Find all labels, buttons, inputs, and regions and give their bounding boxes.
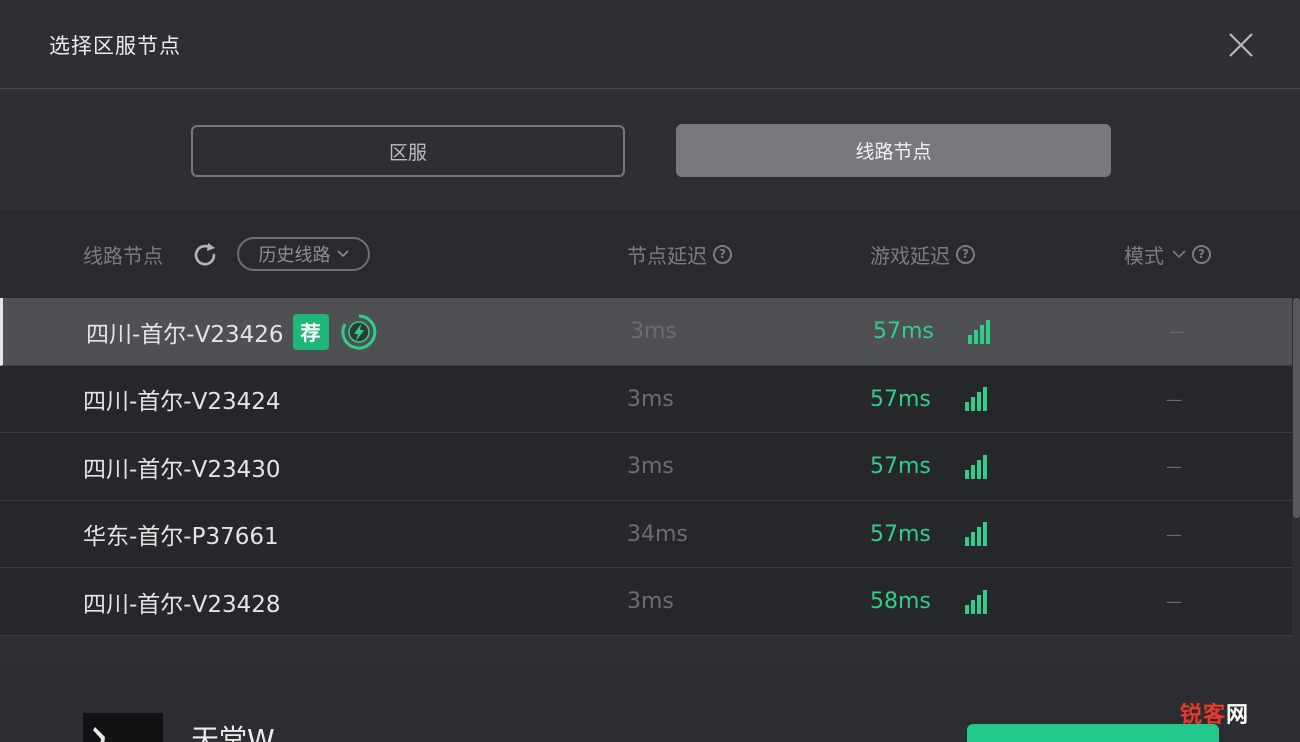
node-latency: 3ms	[627, 386, 674, 412]
header-node-latency: 节点延迟 ?	[627, 210, 732, 298]
game-latency: 57ms	[873, 319, 934, 344]
tab-route-node[interactable]: 线路节点	[676, 124, 1111, 177]
dialog-title: 选择区服节点	[49, 34, 181, 58]
tab-bar: 区服 线路节点	[0, 90, 1300, 209]
route-mode: —	[1166, 389, 1182, 409]
boost-icon[interactable]	[339, 312, 379, 352]
watermark-brand: 锐客	[1180, 703, 1227, 728]
header-node-latency-label: 节点延迟	[627, 243, 707, 268]
route-name: 四川-首尔-V23426	[86, 321, 284, 348]
node-latency: 3ms	[627, 454, 674, 479]
signal-icon	[964, 568, 988, 635]
game-latency: 57ms	[870, 521, 931, 547]
route-mode: —	[1166, 457, 1182, 476]
game-latency: 57ms	[870, 454, 931, 479]
table-row[interactable]: 四川-首尔-V23430 3ms 57ms —	[0, 433, 1292, 501]
history-route-dropdown[interactable]: 历史线路	[237, 237, 370, 271]
help-icon[interactable]: ?	[1192, 244, 1211, 264]
game-latency: 58ms	[870, 589, 931, 614]
header-game-latency: 游戏延迟 ?	[870, 210, 975, 298]
header-game-latency-label: 游戏延迟	[870, 243, 950, 268]
route-name-cell: 四川-首尔-V23426 荐	[86, 298, 379, 365]
help-icon[interactable]: ?	[713, 244, 732, 264]
table-header: 线路节点 历史线路 节点延迟 ? 游戏延迟 ? 模式 ?	[0, 210, 1300, 298]
tab-zone[interactable]: 区服	[191, 125, 625, 177]
signal-icon	[964, 366, 988, 433]
refresh-icon[interactable]	[190, 240, 220, 270]
route-name: 四川-首尔-V23424	[83, 389, 281, 415]
node-latency: 34ms	[627, 521, 688, 547]
signal-icon	[964, 501, 988, 568]
route-mode: —	[1166, 524, 1182, 544]
header-route-node: 线路节点	[83, 243, 163, 268]
route-name: 华东-首尔-P37661	[83, 524, 279, 550]
dialog-header: 选择区服节点	[0, 0, 1300, 89]
route-name: 四川-首尔-V23428	[83, 591, 281, 618]
chevron-down-icon	[1172, 249, 1186, 258]
table-row[interactable]: 四川-首尔-V23428 3ms 58ms —	[0, 568, 1292, 636]
route-name: 四川-首尔-V23430	[83, 456, 281, 483]
table-row[interactable]: 四川-首尔-V23424 3ms 57ms —	[0, 365, 1292, 433]
table-row[interactable]: 华东-首尔-P37661 34ms 57ms —	[0, 500, 1292, 568]
game-thumbnail	[83, 713, 163, 742]
watermark-logo: 锐客网	[1180, 697, 1249, 729]
footer-bar: 天堂W	[0, 660, 1300, 742]
header-mode-label: 模式	[1124, 243, 1164, 268]
table-row[interactable]: 四川-首尔-V23426 荐 3ms 57ms —	[0, 298, 1292, 366]
watermark-suffix: 网	[1226, 703, 1250, 728]
help-icon[interactable]: ?	[956, 244, 975, 264]
route-list: 四川-首尔-V23426 荐 3ms 57ms — 四川-首尔-V23424 3…	[0, 298, 1292, 636]
close-icon[interactable]	[1222, 26, 1260, 64]
route-mode: —	[1166, 592, 1182, 611]
scrollbar[interactable]	[1293, 298, 1300, 518]
chevron-down-icon	[336, 250, 349, 258]
signal-icon	[967, 298, 991, 365]
history-route-label: 历史线路	[258, 245, 331, 266]
recommended-badge: 荐	[292, 313, 329, 350]
game-latency: 57ms	[870, 386, 931, 412]
route-mode: —	[1169, 322, 1185, 341]
game-name: 天堂W	[191, 723, 275, 742]
node-latency: 3ms	[630, 319, 677, 344]
signal-icon	[964, 433, 988, 500]
node-latency: 3ms	[627, 589, 674, 614]
header-mode-dropdown[interactable]: 模式 ?	[1124, 210, 1211, 298]
